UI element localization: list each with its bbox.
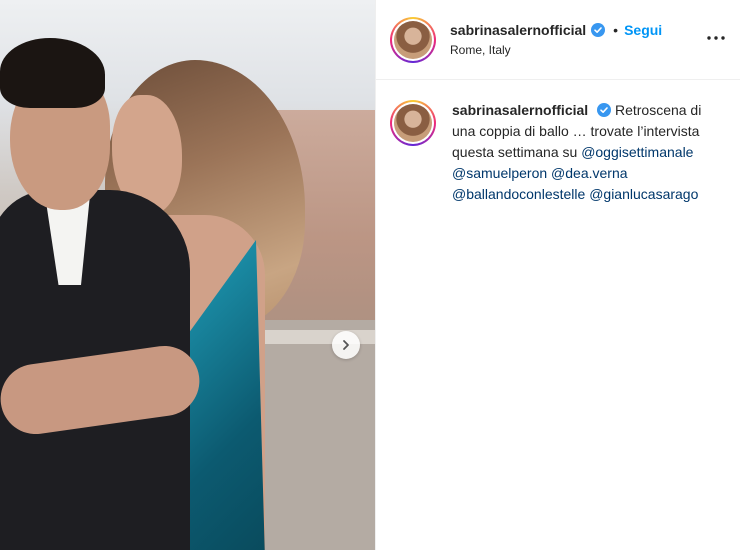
avatar[interactable] xyxy=(390,16,436,63)
mention-ballandoconlestelle[interactable]: @ballandoconlestelle xyxy=(452,186,585,202)
more-options-icon xyxy=(707,36,725,40)
mention-oggisettimanale[interactable]: @oggisettimanale xyxy=(581,144,693,160)
avatar-image xyxy=(394,20,432,59)
mention-samuelperon[interactable]: @samuelperon xyxy=(452,165,547,181)
mention-dea-verna[interactable]: @dea.verna xyxy=(551,165,627,181)
post-header: sabrinasalernofficial • Segui Rome, Ital… xyxy=(376,0,740,80)
follow-button[interactable]: Segui xyxy=(624,22,662,38)
location-link[interactable]: Rome, Italy xyxy=(450,43,662,57)
man-hair xyxy=(0,38,105,108)
mention-gianlucasarago[interactable]: @gianlucasarago xyxy=(589,186,698,202)
background-building-lower xyxy=(260,320,375,550)
instagram-post: sabrinasalernofficial • Segui Rome, Ital… xyxy=(0,0,740,550)
post-photo[interactable] xyxy=(0,0,375,550)
separator-dot: • xyxy=(613,22,619,38)
caption-text: sabrinasalernofficial Retroscena di una … xyxy=(452,100,726,205)
caption-avatar-image xyxy=(394,104,432,142)
username-link[interactable]: sabrinasalernofficial xyxy=(450,22,586,38)
verified-badge-icon xyxy=(591,23,606,37)
caption-username-link[interactable]: sabrinasalernofficial xyxy=(452,102,588,118)
post-caption: sabrinasalernofficial Retroscena di una … xyxy=(376,80,740,205)
chevron-right-icon xyxy=(343,340,349,350)
more-options-button[interactable] xyxy=(704,26,728,50)
post-sidebar: sabrinasalernofficial • Segui Rome, Ital… xyxy=(375,0,740,550)
caption-avatar[interactable] xyxy=(390,100,436,146)
next-photo-button[interactable] xyxy=(332,331,360,359)
verified-badge-icon xyxy=(597,103,612,117)
